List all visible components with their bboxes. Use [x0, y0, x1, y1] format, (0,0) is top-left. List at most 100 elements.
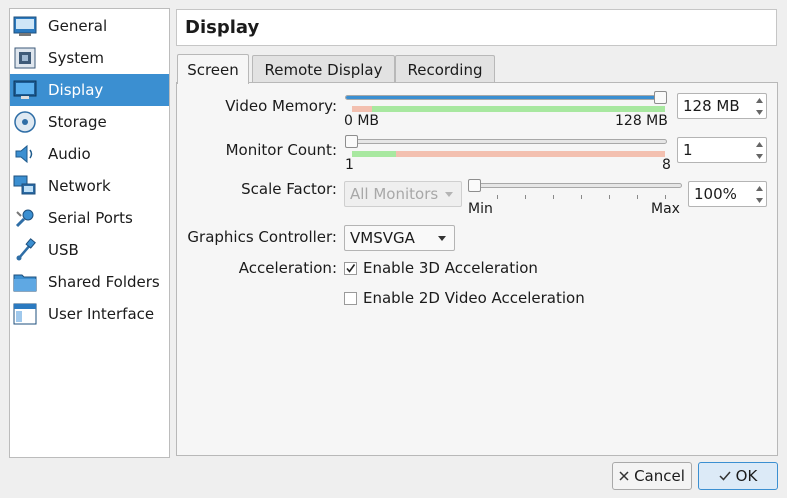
sidebar-item-label: Serial Ports — [48, 209, 133, 227]
usb-icon — [16, 238, 36, 261]
chevron-up-icon — [755, 141, 763, 147]
graphics-controller-label: Graphics Controller: — [187, 228, 337, 246]
scale-factor-spinbox[interactable]: 100% — [688, 181, 767, 207]
sidebar-item-label: System — [48, 49, 104, 67]
scale-factor-slider[interactable] — [468, 183, 682, 188]
sidebar-item-network[interactable]: Network — [10, 170, 169, 202]
scale-tick — [525, 195, 526, 199]
monitor-count-band-good — [352, 151, 396, 157]
sidebar-item-label: User Interface — [48, 305, 155, 323]
tab-remote-display[interactable]: Remote Display — [252, 55, 395, 83]
monitor-count-value: 1 — [683, 141, 693, 159]
graphics-controller-value: VMSVGA — [350, 229, 415, 247]
chevron-up-icon — [755, 97, 763, 103]
monitor-count-max-label: 8 — [662, 157, 671, 173]
video-memory-band-good — [372, 106, 665, 112]
sidebar-item-audio[interactable]: Audio — [10, 138, 169, 170]
acceleration-label: Acceleration: — [238, 259, 337, 277]
monitor-count-label: Monitor Count: — [225, 141, 337, 159]
sidebar-item-label: Network — [48, 177, 111, 195]
scale-factor-decrement[interactable] — [752, 194, 766, 206]
enable-2d-label: Enable 2D Video Acceleration — [363, 289, 585, 307]
monitor-count-spinbox[interactable]: 1 — [677, 137, 767, 163]
storage-icon — [14, 111, 36, 133]
monitor-count-slider[interactable] — [345, 139, 667, 144]
tab-label: Remote Display — [264, 60, 383, 79]
scale-factor-value: 100% — [694, 185, 737, 203]
video-memory-value: 128 MB — [683, 97, 740, 115]
tab-screen[interactable]: Screen — [177, 54, 249, 84]
chevron-down-icon — [438, 236, 446, 241]
serial-ports-icon — [15, 209, 34, 228]
graphics-controller-combo[interactable]: VMSVGA — [344, 225, 455, 251]
sidebar-item-label: Storage — [48, 113, 107, 131]
sidebar-item-storage[interactable]: Storage — [10, 106, 169, 138]
sidebar-item-label: Audio — [48, 145, 91, 163]
page-title-text: Display — [185, 17, 260, 38]
scale-factor-label: Scale Factor: — [241, 180, 337, 198]
chevron-down-icon — [755, 197, 763, 203]
enable-2d-checkbox[interactable] — [344, 291, 357, 305]
scale-factor-increment[interactable] — [752, 182, 766, 194]
sidebar-item-label: Shared Folders — [48, 273, 160, 291]
sidebar-item-serial-ports[interactable]: Serial Ports — [10, 202, 169, 234]
chevron-up-icon — [755, 185, 763, 191]
monitor-count-band-high — [396, 151, 665, 157]
sidebar-item-system[interactable]: System — [10, 42, 169, 74]
scale-factor-min-label: Min — [468, 201, 493, 217]
enable-3d-acceleration-option[interactable]: Enable 3D Acceleration — [344, 259, 538, 277]
video-memory-increment[interactable] — [752, 94, 766, 106]
sidebar-item-shared-folders[interactable]: Shared Folders — [10, 266, 169, 298]
ok-button[interactable]: OK — [698, 462, 778, 490]
general-icon — [13, 16, 37, 36]
video-memory-spinbox[interactable]: 128 MB — [677, 93, 767, 119]
settings-sidebar: General System Display Storage Audio Net… — [9, 8, 170, 458]
scale-factor-max-label: Max — [651, 201, 680, 217]
monitor-count-increment[interactable] — [752, 138, 766, 150]
page-title: Display — [176, 9, 777, 46]
sidebar-item-display[interactable]: Display — [10, 74, 169, 106]
enable-3d-label: Enable 3D Acceleration — [363, 259, 538, 277]
cancel-button[interactable]: Cancel — [612, 462, 692, 490]
audio-icon — [15, 144, 33, 164]
tab-recording[interactable]: Recording — [395, 55, 495, 83]
scale-tick — [665, 195, 666, 199]
ok-button-label: OK — [735, 467, 758, 485]
sidebar-item-usb[interactable]: USB — [10, 234, 169, 266]
scale-tick — [637, 195, 638, 199]
checkmark-icon — [719, 471, 731, 481]
user-interface-icon — [13, 303, 37, 325]
checkmark-icon — [346, 263, 356, 273]
video-memory-min-label: 0 MB — [344, 113, 380, 129]
scale-factor-monitor-value: All Monitors — [350, 185, 439, 203]
chevron-down-icon — [445, 192, 453, 197]
chevron-down-icon — [755, 109, 763, 115]
scale-tick — [497, 195, 498, 199]
scale-tick — [581, 195, 582, 199]
tab-label: Recording — [407, 60, 483, 79]
sidebar-item-user-interface[interactable]: User Interface — [10, 298, 169, 330]
scale-tick — [609, 195, 610, 199]
sidebar-item-label: USB — [48, 241, 79, 259]
scale-factor-slider-handle[interactable] — [468, 179, 481, 192]
sidebar-item-label: General — [48, 17, 108, 35]
sidebar-item-general[interactable]: General — [10, 10, 169, 42]
tab-label: Screen — [187, 60, 239, 79]
cancel-button-label: Cancel — [634, 467, 685, 485]
monitor-count-min-label: 1 — [345, 157, 354, 173]
video-memory-decrement[interactable] — [752, 106, 766, 118]
display-icon — [13, 80, 37, 99]
video-memory-slider-fill — [346, 96, 666, 99]
sidebar-item-label: Display — [48, 81, 104, 99]
monitor-count-slider-handle[interactable] — [345, 135, 358, 148]
scale-tick — [553, 195, 554, 199]
enable-3d-checkbox[interactable] — [344, 261, 357, 275]
enable-2d-acceleration-option[interactable]: Enable 2D Video Acceleration — [344, 289, 585, 307]
network-icon — [13, 175, 36, 195]
chevron-down-icon — [755, 153, 763, 159]
video-memory-slider-handle[interactable] — [654, 91, 667, 104]
shared-folders-icon — [13, 274, 37, 292]
video-memory-max-label: 128 MB — [615, 113, 668, 129]
monitor-count-decrement[interactable] — [752, 150, 766, 162]
video-memory-slider[interactable] — [345, 95, 667, 100]
